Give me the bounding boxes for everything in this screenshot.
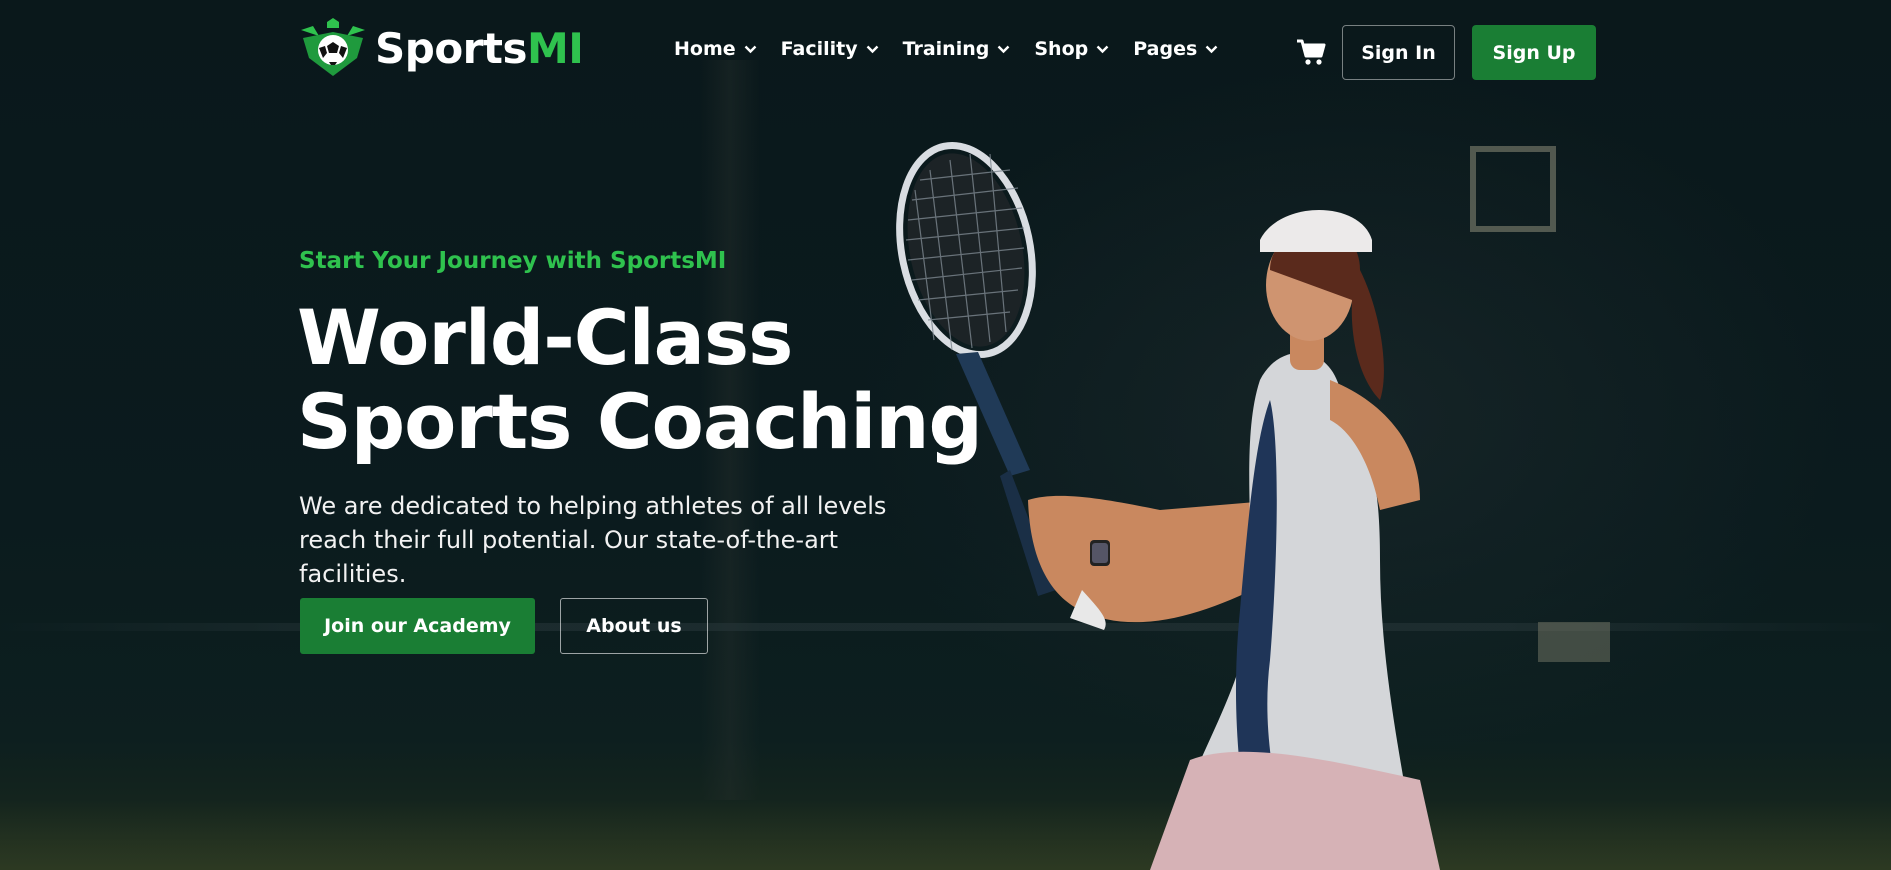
nav-item-label: Home <box>674 38 736 60</box>
brand-name: SportsMI <box>375 23 584 73</box>
chevron-down-icon <box>1096 45 1109 53</box>
chevron-down-icon <box>998 45 1010 53</box>
hero-headline-line-2: Sports Coaching <box>297 377 983 466</box>
site-header: SportsMI Home Facility Training Shop Pag… <box>0 0 1891 106</box>
chevron-down-icon <box>744 45 756 53</box>
nav-item-home[interactable]: Home <box>674 38 757 60</box>
hero-headline: World-Class Sports Coaching <box>297 293 983 466</box>
hero-eyebrow: Start Your Journey with SportsMI <box>299 248 727 274</box>
about-us-button[interactable]: About us <box>560 598 708 654</box>
chevron-down-icon <box>1205 45 1218 53</box>
nav-item-facility[interactable]: Facility <box>781 38 879 60</box>
nav-item-label: Facility <box>780 38 858 60</box>
nav-item-pages[interactable]: Pages <box>1133 38 1218 60</box>
sign-up-button[interactable]: Sign Up <box>1472 25 1596 80</box>
hero-description: We are dedicated to helping athletes of … <box>299 492 887 588</box>
chevron-down-icon <box>866 45 878 53</box>
nav-item-label: Shop <box>1034 38 1089 60</box>
nav-item-label: Training <box>902 38 990 60</box>
soccer-crest-icon <box>301 18 365 76</box>
join-academy-button[interactable]: Join our Academy <box>300 598 535 654</box>
hero-headline-line-1: World-Class <box>297 293 793 382</box>
nav-item-training[interactable]: Training <box>903 38 1011 60</box>
nav-item-label: Pages <box>1133 38 1198 60</box>
main-nav: Home Facility Training Shop Pages <box>674 38 1242 60</box>
brand-logo[interactable]: SportsMI <box>299 18 584 78</box>
nav-item-shop[interactable]: Shop <box>1034 38 1109 60</box>
cart-icon[interactable] <box>1296 38 1326 66</box>
sign-in-button[interactable]: Sign In <box>1342 25 1455 80</box>
tennis-player-image <box>896 141 1440 870</box>
